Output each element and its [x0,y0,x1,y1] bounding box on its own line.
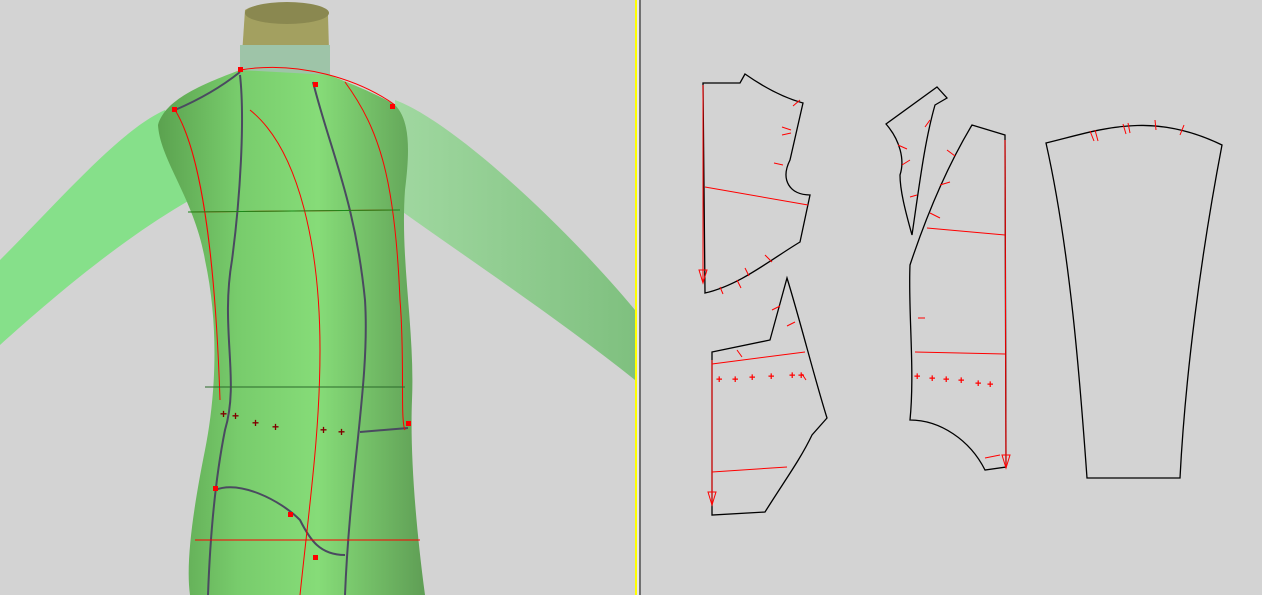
svg-text:+: + [749,372,755,384]
svg-text:+: + [987,379,993,391]
pattern-piece-front-lower [711,275,828,516]
3d-mannequin: + + + + + + [0,2,635,595]
svg-text:+: + [768,371,774,383]
2d-pattern-viewport[interactable]: + + + + + + + + + + + + [641,0,1262,595]
pattern-piece-sleeve [1045,124,1223,479]
left-sleeve [0,110,190,345]
svg-text:+: + [272,420,279,434]
pattern-notches: + + + + + + + + + + + + [716,370,993,391]
svg-text:+: + [320,423,327,437]
pattern-piece-front-upper [702,73,811,294]
svg-text:+: + [732,374,738,386]
pattern-grainlines [698,85,1185,507]
svg-text:+: + [789,370,795,382]
svg-text:+: + [914,371,920,383]
svg-text:+: + [716,374,722,386]
pattern-piece-back [908,124,1007,471]
garment-cad-app: + + + + + + + + + + + + + + + + + + [0,0,1262,595]
svg-text:+: + [252,416,259,430]
svg-text:+: + [975,378,981,390]
svg-text:+: + [220,407,227,421]
svg-text:+: + [338,425,345,439]
svg-text:+: + [232,409,239,423]
pattern-pieces: + + + + + + + + + + + + [698,73,1223,516]
svg-text:+: + [929,373,935,385]
pattern-piece-back-top [885,86,949,236]
right-sleeve [395,100,635,380]
svg-text:+: + [798,370,804,382]
svg-text:+: + [943,374,949,386]
3d-viewport[interactable]: + + + + + + [0,0,635,595]
svg-text:+: + [958,375,964,387]
